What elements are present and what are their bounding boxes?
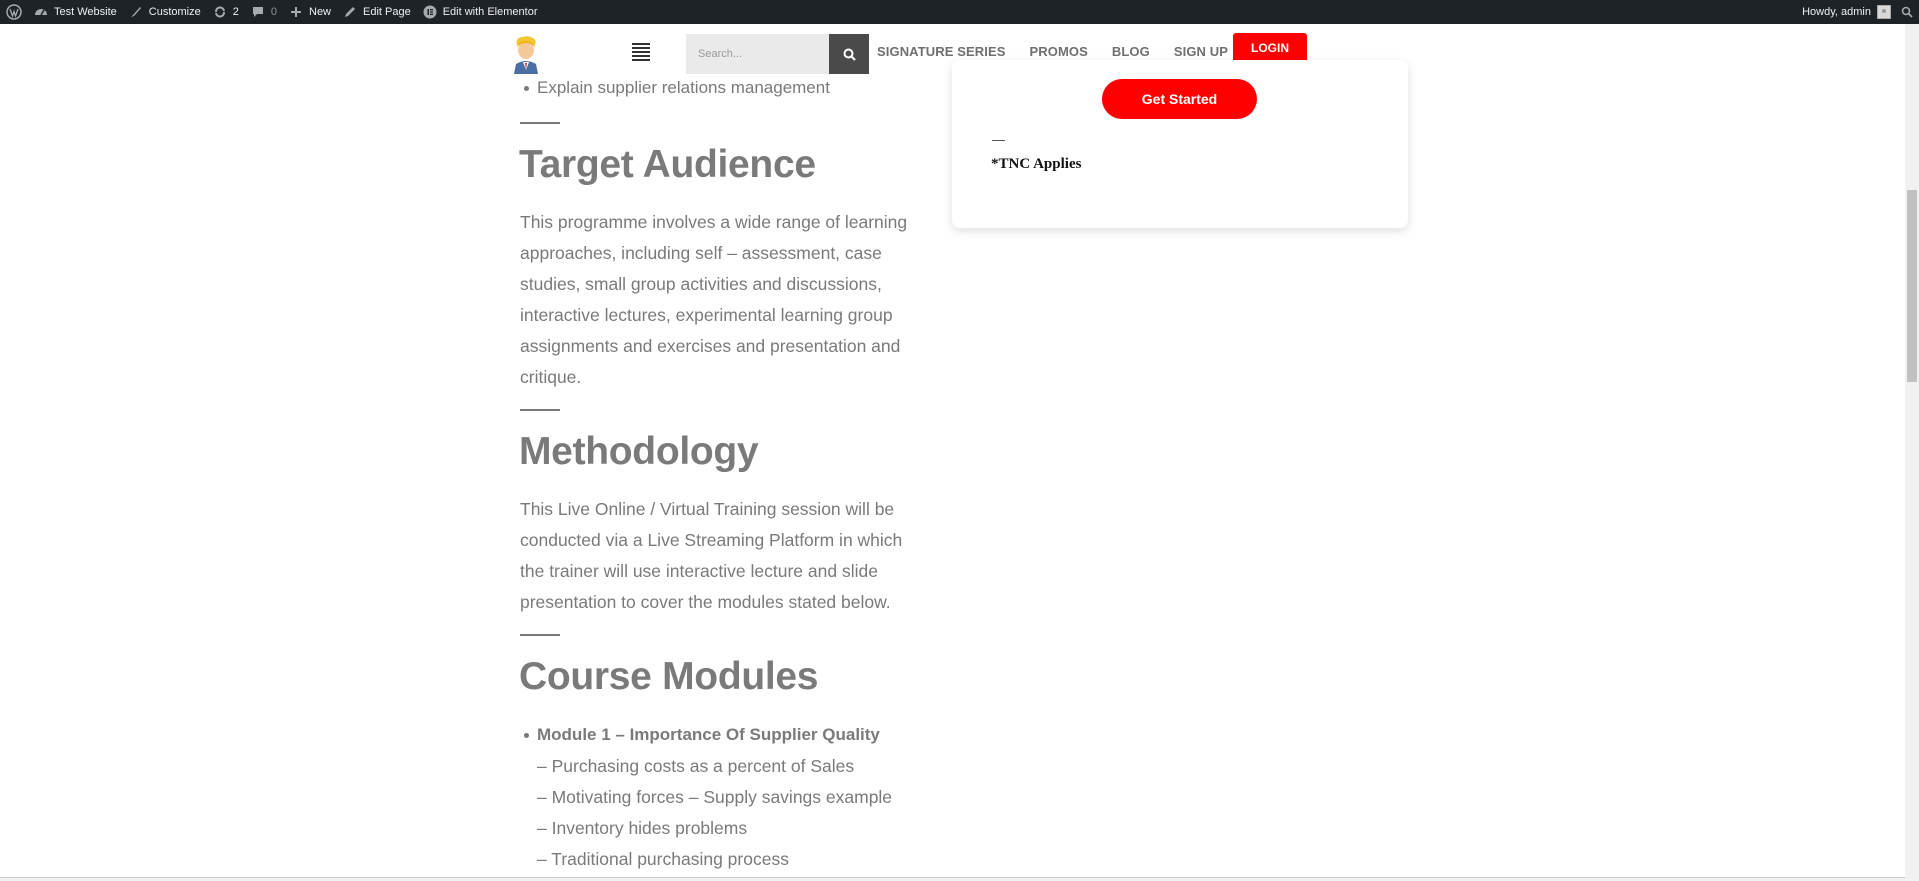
search-button[interactable] [829, 34, 869, 74]
target-audience-text: This programme involves a wide range of … [520, 207, 920, 393]
elementor-icon [423, 5, 437, 19]
tnc-note: *TNC Applies [991, 156, 1082, 172]
nav-blog[interactable]: BLOG [1112, 44, 1150, 59]
search-icon [843, 48, 856, 61]
new-label: New [309, 6, 332, 18]
updates-icon [213, 5, 227, 19]
edit-page-label: Edit Page [363, 6, 411, 18]
search-form [686, 34, 869, 74]
site-name-label: Test Website [54, 6, 117, 18]
main-nav: SIGNATURE SERIES PROMOS BLOG SIGN UP [877, 44, 1252, 59]
admin-bar-updates[interactable]: 2 [207, 0, 245, 24]
search-input[interactable] [686, 34, 829, 74]
module-title: Module 1 – Importance Of Supplier Qualit… [524, 725, 880, 744]
module-item: – Traditional purchasing process [537, 849, 789, 869]
admin-bar-comments[interactable]: 0 [245, 0, 283, 24]
target-audience-heading: Target Audience [519, 143, 816, 186]
admin-bar-edit-elementor[interactable]: Edit with Elementor [417, 0, 544, 24]
section-divider [520, 634, 560, 636]
admin-bar-account: Howdy, admin [1802, 0, 1919, 24]
nav-sign-up[interactable]: SIGN UP [1174, 44, 1228, 59]
text-line: assignments and exercises and presentati… [520, 336, 901, 356]
text-line: the trainer will use interactive lecture… [520, 561, 878, 581]
comment-icon [251, 5, 265, 19]
dashboard-icon [34, 5, 48, 19]
pencil-icon [343, 5, 357, 19]
admin-bar-site-name[interactable]: Test Website [28, 0, 123, 24]
card-divider [992, 140, 1005, 141]
comments-count: 0 [270, 6, 277, 18]
text-line: approaches, including self – assessment,… [520, 243, 882, 263]
howdy-label[interactable]: Howdy, admin [1802, 6, 1871, 18]
methodology-heading: Methodology [519, 430, 759, 473]
horizontal-scrollbar[interactable] [0, 877, 1905, 881]
text-line: presentation to cover the modules stated… [520, 592, 891, 612]
brush-icon [129, 5, 143, 19]
admin-bar-new[interactable]: New [283, 0, 337, 24]
methodology-text: This Live Online / Virtual Training sess… [520, 494, 920, 618]
text-line: conducted via a Live Streaming Platform … [520, 530, 903, 550]
login-button[interactable]: LOGIN [1233, 33, 1307, 63]
text-line: interactive lectures, experimental learn… [520, 305, 893, 325]
admin-bar-edit-page[interactable]: Edit Page [337, 0, 417, 24]
admin-bar: Test Website Customize 2 0 New Edit Page [0, 0, 1919, 24]
text-line: critique. [520, 367, 582, 387]
nav-signature-series[interactable]: SIGNATURE SERIES [877, 44, 1006, 59]
text-line: This Live Online / Virtual Training sess… [520, 499, 895, 519]
site-logo[interactable] [508, 34, 544, 74]
course-modules-heading: Course Modules [519, 655, 819, 698]
updates-count: 2 [232, 6, 239, 18]
menu-toggle-icon[interactable] [632, 43, 650, 61]
wordpress-logo-icon[interactable] [0, 0, 28, 24]
vertical-scrollbar[interactable] [1905, 24, 1919, 881]
section-divider [520, 122, 560, 124]
text-line: studies, small group activities and disc… [520, 274, 882, 294]
module-item: – Motivating forces – Supply savings exa… [537, 787, 893, 807]
customize-label: Customize [148, 6, 201, 18]
list-item: Explain supplier relations management [524, 78, 830, 97]
avatar[interactable] [1877, 5, 1891, 19]
section-divider [520, 409, 560, 411]
module-item: – Inventory hides problems [537, 818, 748, 838]
get-started-button[interactable]: Get Started [1102, 79, 1257, 119]
edit-elementor-label: Edit with Elementor [442, 6, 538, 18]
module-item: – Purchasing costs as a percent of Sales [537, 756, 855, 776]
admin-search-icon[interactable] [1891, 0, 1919, 24]
admin-bar-customize[interactable]: Customize [123, 0, 207, 24]
text-line: This programme involves a wide range of … [520, 212, 908, 232]
scrollbar-thumb[interactable] [1907, 190, 1917, 382]
nav-promos[interactable]: PROMOS [1030, 44, 1088, 59]
plus-icon [289, 5, 303, 19]
